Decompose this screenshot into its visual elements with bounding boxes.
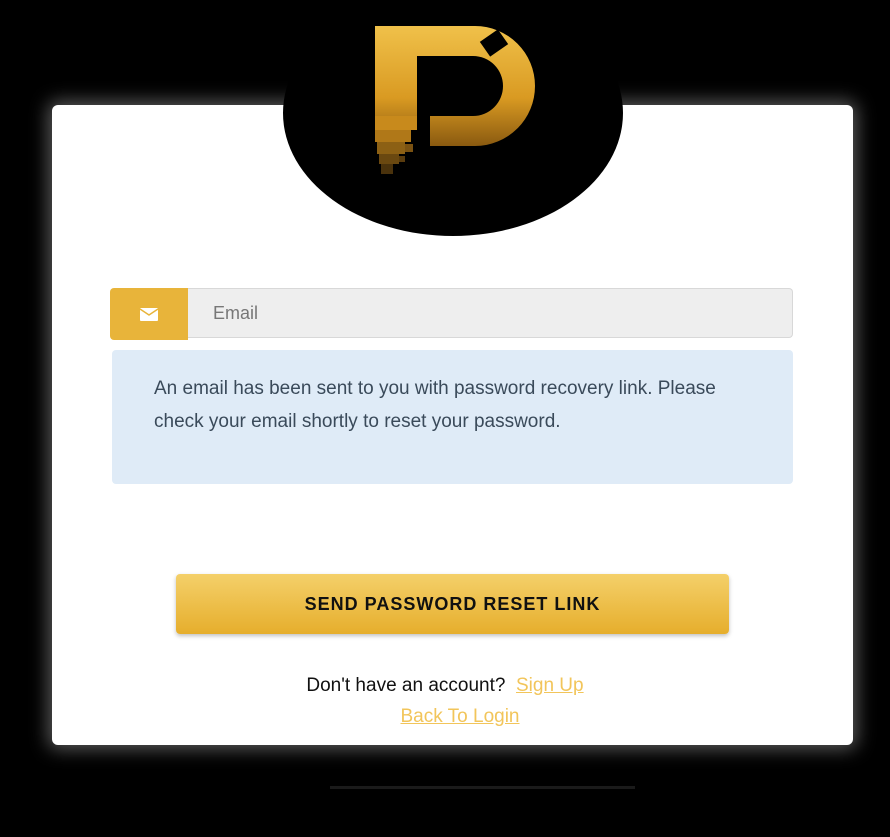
divider [330, 786, 635, 789]
email-field[interactable] [188, 288, 793, 338]
page: An email has been sent to you with passw… [0, 0, 890, 837]
login-line: Back To Login [0, 706, 890, 728]
email-addon [110, 288, 188, 340]
alert-message: An email has been sent to you with passw… [154, 378, 716, 432]
success-alert: An email has been sent to you with passw… [112, 350, 793, 484]
signup-prompt-line: Don't have an account? Sign Up [0, 675, 890, 697]
signup-prompt: Don't have an account? [306, 675, 506, 696]
send-reset-link-button[interactable]: SEND PASSWORD RESET LINK [176, 574, 729, 634]
envelope-icon [140, 307, 158, 321]
email-input-group [110, 288, 793, 340]
back-to-login-link[interactable]: Back To Login [400, 706, 519, 727]
signup-link[interactable]: Sign Up [516, 675, 584, 696]
p-logo-icon [375, 26, 535, 174]
